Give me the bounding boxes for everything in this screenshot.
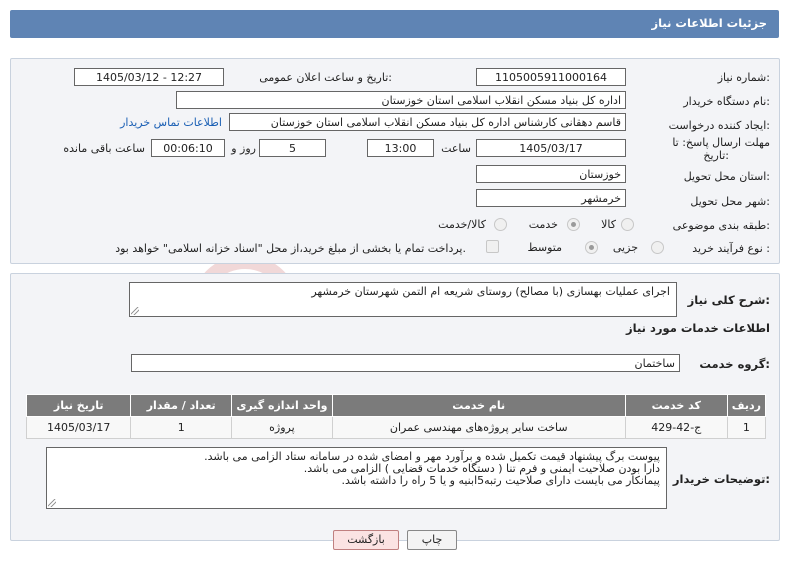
province-label: استان محل تحویل: — [683, 170, 770, 183]
deadline-label-line1: مهلت ارسال پاسخ: تا — [672, 136, 770, 149]
service-group-label: گروه خدمت: — [699, 357, 770, 371]
cell-date: 1405/03/17 — [25, 416, 132, 439]
services-table: ردیف کد خدمت نام خدمت واحد اندازه گیری ت… — [25, 394, 767, 439]
resize-grip-icon[interactable] — [131, 307, 139, 315]
time-remaining-field: 00:06:10 — [151, 139, 225, 157]
requester-label: ایجاد کننده درخواست: — [668, 119, 770, 132]
buyer-org-label: نام دستگاه خریدار: — [683, 95, 770, 108]
time-remaining-label: ساعت باقی مانده — [63, 142, 145, 155]
table-row: 1 ج-42-429 ساخت سایر پروژه‌های مهندسی عم… — [25, 416, 767, 439]
deadline-date-field: 1405/03/17 — [476, 139, 626, 157]
category-option-service-radio[interactable] — [567, 218, 580, 231]
services-section-title: اطلاعات خدمات مورد نیاز — [626, 321, 770, 335]
treasury-payment-checkbox[interactable] — [486, 240, 499, 253]
col-row: ردیف — [726, 394, 767, 417]
cell-code: ج-42-429 — [624, 416, 728, 439]
announce-datetime-label: تاریخ و ساعت اعلان عمومی: — [259, 71, 392, 84]
service-group-field: ساختمان — [131, 354, 680, 372]
col-date: تاریخ نیاز — [25, 394, 132, 417]
province-field: خوزستان — [476, 165, 626, 183]
services-table-header: ردیف کد خدمت نام خدمت واحد اندازه گیری ت… — [25, 394, 767, 417]
city-label: شهر محل تحویل: — [690, 195, 770, 208]
buyer-org-field: اداره کل بنیاد مسکن انقلاب اسلامی استان … — [176, 91, 626, 109]
col-code: کد خدمت — [624, 394, 728, 417]
process-option-minor-radio[interactable] — [651, 241, 664, 254]
summary-textarea[interactable]: اجرای عملیات بهسازی (با مصالح) روستای شر… — [129, 282, 677, 317]
process-option-medium-label: متوسط — [527, 241, 562, 254]
buyer-notes-textarea[interactable]: پیوست برگ پیشنهاد قیمت تکمیل شده و برآور… — [46, 447, 667, 509]
cell-qty: 1 — [130, 416, 233, 439]
category-option-both-label: کالا/خدمت — [438, 218, 486, 231]
buyer-contact-link[interactable]: اطلاعات تماس خریدار — [120, 116, 222, 129]
deadline-time-label: ساعت — [441, 142, 471, 155]
title-bar-strip: جزئیات اطلاعات نیاز — [10, 10, 779, 38]
buyer-notes-line-3: پیمانکار می بایست دارای صلاحیت رتبه5ابنی… — [341, 474, 660, 487]
print-button[interactable]: چاپ — [407, 530, 457, 550]
process-option-minor-label: جزیی — [612, 241, 638, 254]
requester-field: قاسم دهقانی کارشناس اداره کل بنیاد مسکن … — [229, 113, 626, 131]
category-option-both-radio[interactable] — [494, 218, 507, 231]
category-option-goods-label: کالا — [601, 218, 616, 231]
buyer-notes-label: توضیحات خریدار: — [672, 472, 770, 486]
summary-text: اجرای عملیات بهسازی (با مصالح) روستای شر… — [311, 285, 670, 298]
city-field: خرمشهر — [476, 189, 626, 207]
days-remaining-field: 5 — [259, 139, 326, 157]
process-option-medium-radio[interactable] — [585, 241, 598, 254]
need-number-field: 1105005911000164 — [476, 68, 626, 86]
cell-unit: پروژه — [231, 416, 333, 439]
category-option-goods-radio[interactable] — [621, 218, 634, 231]
resize-grip-icon[interactable] — [48, 499, 56, 507]
col-name: نام خدمت — [331, 394, 626, 417]
summary-label: شرح کلی نیاز: — [687, 293, 770, 307]
back-button[interactable]: بازگشت — [333, 530, 399, 550]
category-option-service-label: خدمت — [528, 218, 558, 231]
category-label: طبقه بندی موضوعی: — [672, 219, 770, 232]
cell-row: 1 — [726, 416, 767, 439]
deadline-time-field: 13:00 — [367, 139, 434, 157]
col-unit: واحد اندازه گیری — [231, 394, 333, 417]
need-number-label: شماره نیاز: — [717, 71, 770, 84]
treasury-payment-note: پرداخت تمام یا بخشی از مبلغ خرید،از محل … — [115, 242, 466, 255]
cell-name: ساخت سایر پروژه‌های مهندسی عمران — [331, 416, 626, 439]
title-bar: جزئیات اطلاعات نیاز — [0, 0, 789, 47]
deadline-label-line2: تاریخ: — [703, 149, 729, 162]
announce-datetime-field: 1405/03/12 - 12:27 — [74, 68, 224, 86]
col-qty: تعداد / مقدار — [130, 394, 233, 417]
process-type-label: نوع فرآیند خرید : — [692, 242, 770, 255]
days-label: روز و — [231, 142, 256, 155]
page-title: جزئیات اطلاعات نیاز — [651, 16, 767, 30]
need-info-panel — [10, 58, 780, 264]
